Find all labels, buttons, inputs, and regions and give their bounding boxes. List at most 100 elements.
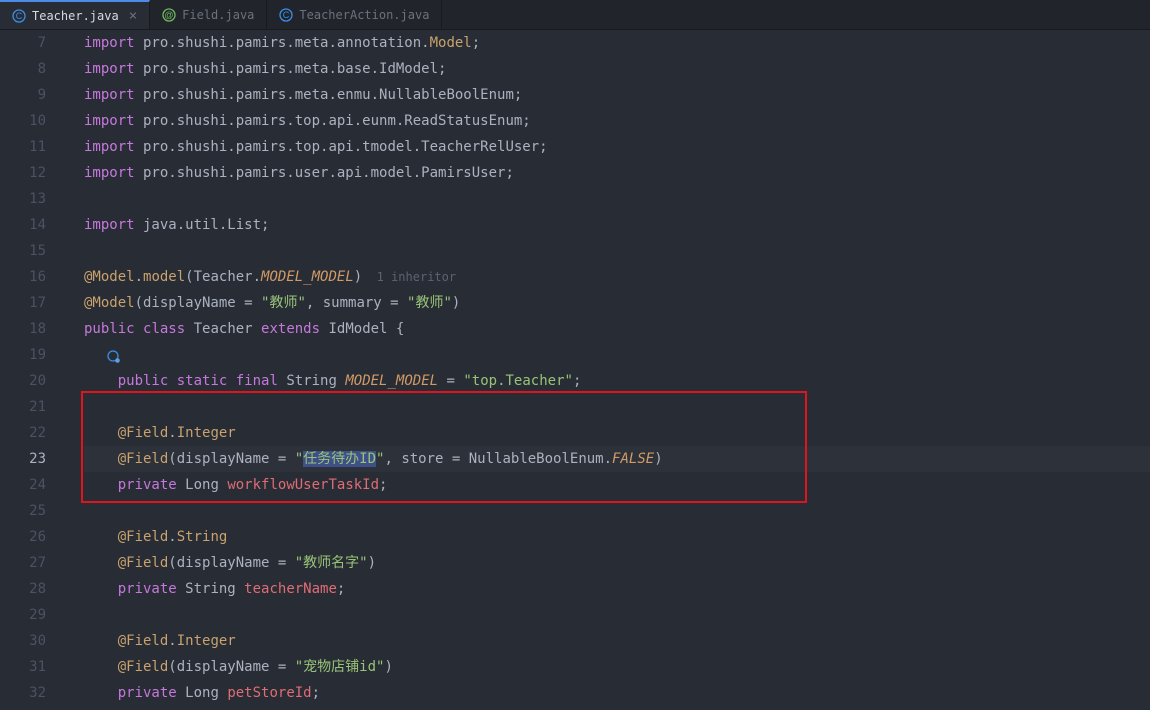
keyword: import — [84, 35, 135, 51]
type: Long — [177, 477, 228, 493]
keyword: import — [84, 113, 135, 129]
line-number: 28 — [29, 581, 46, 597]
line-number: 13 — [29, 191, 46, 207]
annotation: Integer — [177, 425, 236, 441]
annotation: @Field — [118, 633, 169, 649]
annotation: @Field — [118, 451, 169, 467]
line-number: 26 — [29, 529, 46, 545]
code-text: (displayName = — [168, 451, 294, 467]
string-literal: "教师" — [261, 295, 306, 311]
line-number: 24 — [29, 477, 46, 493]
keyword: private — [118, 685, 177, 701]
keyword: public — [118, 373, 169, 389]
svg-text:C: C — [16, 11, 23, 21]
line-number: 25 — [29, 503, 46, 519]
line-number: 31 — [29, 659, 46, 675]
line-number: 7 — [38, 35, 46, 51]
constant: FALSE — [612, 451, 654, 467]
annotation: @Field — [118, 425, 169, 441]
line-gutter: 7 8 9 10 11 12 13 14 15 16 17 18 19 20 2… — [0, 30, 58, 710]
line-number: 15 — [29, 243, 46, 259]
inlay-hint[interactable]: 1 inheritor — [362, 270, 456, 284]
keyword: import — [84, 165, 135, 181]
code-text: pro.shushi.pamirs.top.api.eunm.ReadStatu… — [135, 113, 531, 129]
annotation: Integer — [177, 633, 236, 649]
selected-text: 任务待办ID — [303, 451, 376, 467]
line-number: 8 — [38, 61, 46, 77]
keyword: final — [236, 373, 278, 389]
svg-text:@: @ — [165, 10, 174, 20]
code-area[interactable]: import pro.shushi.pamirs.meta.annotation… — [82, 30, 1150, 710]
code-text: pro.shushi.pamirs.meta.enmu.NullableBool… — [135, 87, 523, 103]
code-text: . — [168, 425, 176, 441]
string-literal: "教师名字" — [295, 555, 368, 571]
editor-pane: 7 8 9 10 11 12 13 14 15 16 17 18 19 20 2… — [0, 30, 1150, 710]
line-number: 21 — [29, 399, 46, 415]
code-text: pro.shushi.pamirs.meta.base.IdModel; — [135, 61, 447, 77]
annotation: @Field — [118, 529, 169, 545]
tab-field[interactable]: @ Field.java — [150, 0, 267, 29]
code-text: (displayName = — [135, 295, 261, 311]
annotation: @Model — [84, 295, 135, 311]
line-number: 17 — [29, 295, 46, 311]
java-class-icon: C — [12, 9, 26, 23]
keyword: import — [84, 139, 135, 155]
code-text: pro.shushi.pamirs.top.api.tmodel.Teacher… — [135, 139, 548, 155]
line-number: 14 — [29, 217, 46, 233]
code-text: java.util.List; — [135, 217, 270, 233]
close-icon[interactable]: × — [129, 8, 137, 24]
string-literal: "宠物店铺id" — [295, 659, 385, 675]
tab-bar: C Teacher.java × @ Field.java C TeacherA… — [0, 0, 1150, 30]
keyword: public — [84, 321, 135, 337]
keyword: extends — [261, 321, 320, 337]
code-text: . — [168, 633, 176, 649]
type-ref: Model — [430, 35, 472, 51]
line-number: 11 — [29, 139, 46, 155]
svg-text:C: C — [283, 10, 290, 20]
field-name: teacherName — [244, 581, 337, 597]
code-text: . — [168, 529, 176, 545]
line-number: 22 — [29, 425, 46, 441]
class-name: Teacher — [185, 321, 261, 337]
code-text: ) — [654, 451, 662, 467]
tab-teacheraction[interactable]: C TeacherAction.java — [267, 0, 442, 29]
tab-label: Field.java — [182, 8, 254, 22]
keyword: static — [177, 373, 228, 389]
code-text: = — [438, 373, 463, 389]
field-name: workflowUserTaskId — [227, 477, 379, 493]
string-literal: "教师" — [407, 295, 452, 311]
java-annotation-icon: @ — [162, 8, 176, 22]
code-text: ; — [379, 477, 387, 493]
tab-teacher[interactable]: C Teacher.java × — [0, 0, 150, 29]
code-text: ) — [452, 295, 460, 311]
annotation: @Field — [118, 555, 169, 571]
code-text: ) — [354, 269, 362, 285]
line-number: 10 — [29, 113, 46, 129]
keyword: private — [118, 581, 177, 597]
code-text: (displayName = — [168, 555, 294, 571]
code-text: pro.shushi.pamirs.user.api.model.PamirsU… — [135, 165, 514, 181]
keyword: import — [84, 87, 135, 103]
keyword: class — [143, 321, 185, 337]
constant: MODEL_MODEL — [261, 269, 354, 285]
annotation: @Model — [84, 269, 135, 285]
annotation: @Field — [118, 659, 169, 675]
tab-label: Teacher.java — [32, 9, 119, 23]
line-number: 9 — [38, 87, 46, 103]
type: Long — [177, 685, 228, 701]
string-literal: " — [295, 451, 303, 467]
code-text: , store = NullableBoolEnum. — [384, 451, 612, 467]
gutter-icon-column — [58, 30, 82, 710]
code-text: ; — [472, 35, 480, 51]
constant: MODEL_MODEL — [345, 373, 438, 389]
annotation: String — [177, 529, 228, 545]
field-name: petStoreId — [227, 685, 311, 701]
line-number: 29 — [29, 607, 46, 623]
tab-label: TeacherAction.java — [299, 8, 429, 22]
annotation-fn: model — [143, 269, 185, 285]
keyword: import — [84, 217, 135, 233]
java-class-icon: C — [279, 8, 293, 22]
keyword: private — [118, 477, 177, 493]
code-text: (displayName = — [168, 659, 294, 675]
line-number: 19 — [29, 347, 46, 363]
